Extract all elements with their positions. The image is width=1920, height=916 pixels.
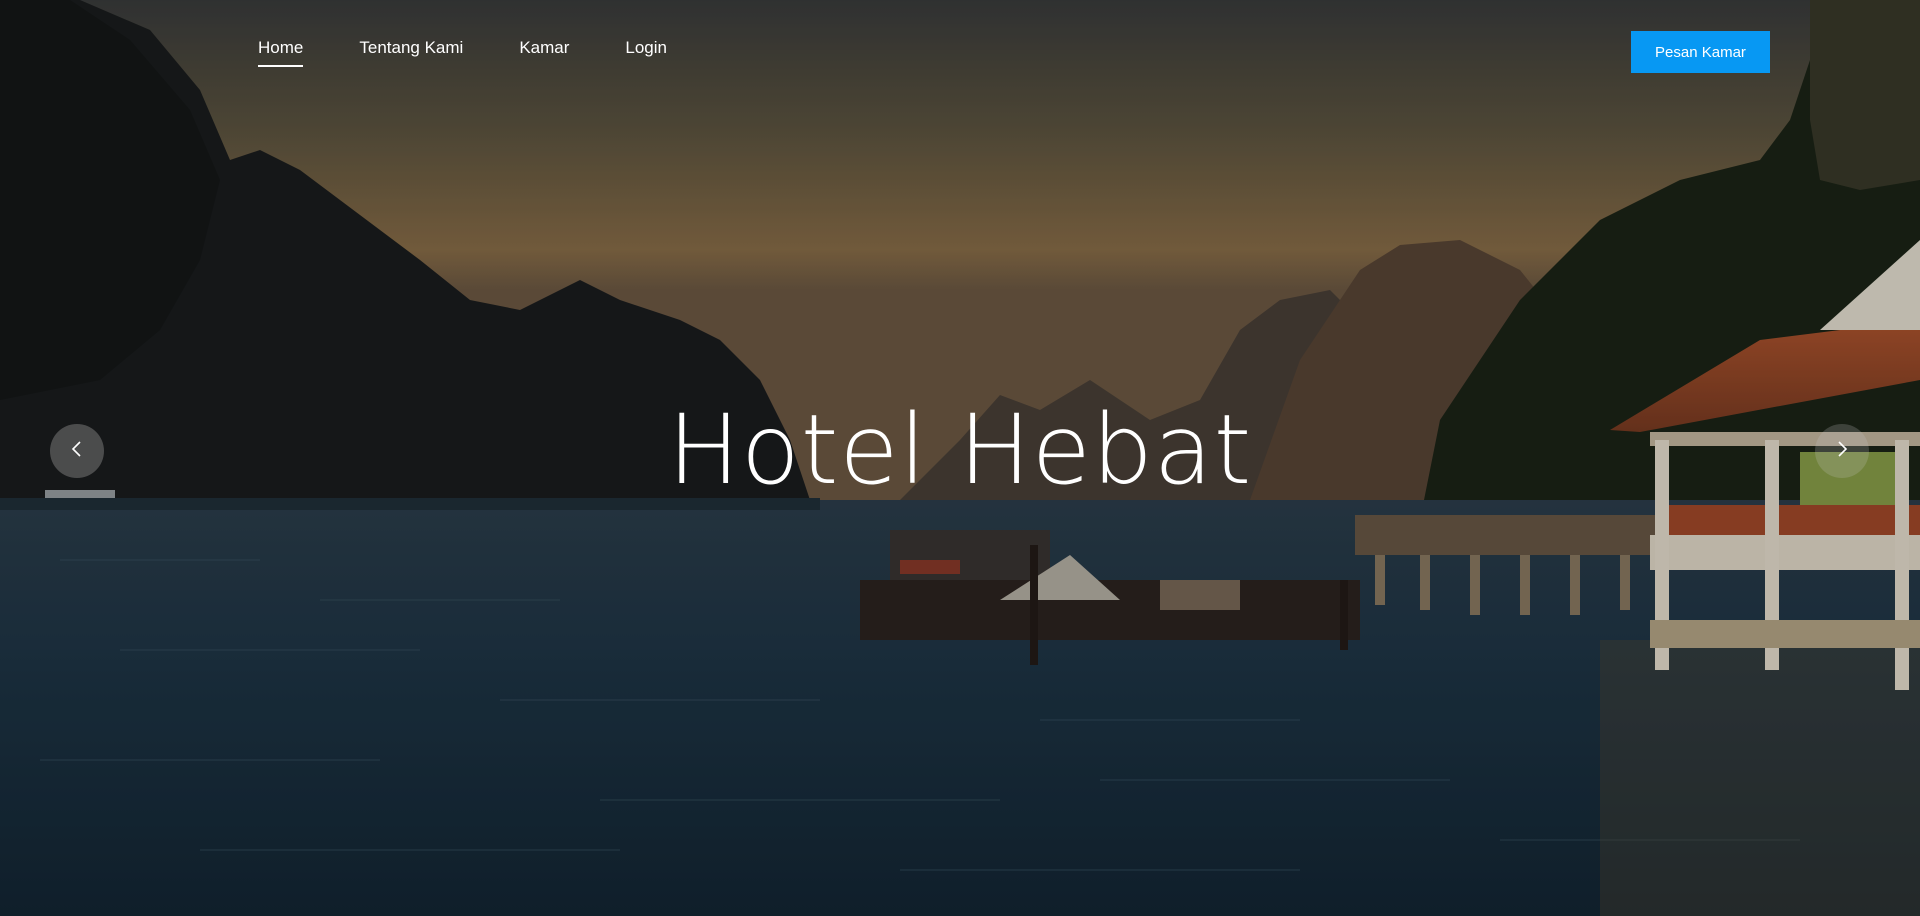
chevron-right-icon	[1833, 440, 1851, 463]
carousel-prev-button[interactable]	[50, 424, 104, 478]
pesan-kamar-button[interactable]: Pesan Kamar	[1631, 31, 1770, 73]
nav-item-login[interactable]: Login	[625, 38, 667, 67]
chevron-left-icon	[68, 440, 86, 463]
main-nav: Home Tentang Kami Kamar Login	[258, 38, 723, 67]
nav-item-kamar[interactable]: Kamar	[519, 38, 569, 67]
nav-item-tentang-kami[interactable]: Tentang Kami	[359, 38, 463, 67]
hero-title: Hotel Hebat	[667, 394, 1253, 506]
hero-section: Home Tentang Kami Kamar Login Pesan Kama…	[0, 0, 1920, 916]
carousel-next-button[interactable]	[1815, 424, 1869, 478]
nav-item-home[interactable]: Home	[258, 38, 304, 67]
